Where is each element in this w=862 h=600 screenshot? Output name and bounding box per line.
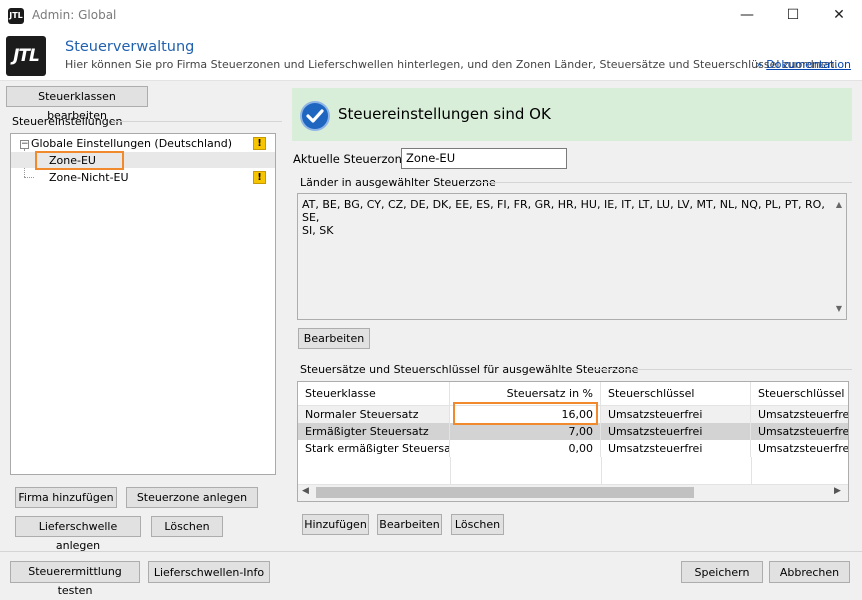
delete-rate-button[interactable]: Löschen xyxy=(451,514,504,535)
highlight-box xyxy=(453,402,598,425)
table-row[interactable]: Stark ermäßigter Steuersatz 0,00 Umsatzs… xyxy=(298,440,848,457)
rates-group-label: Steuersätze und Steuerschlüssel für ausg… xyxy=(300,363,639,376)
status-text: Steuereinstellungen sind OK xyxy=(338,105,551,123)
group-divider xyxy=(594,369,852,370)
table-row[interactable]: Ermäßigter Steuersatz 7,00 Umsatzsteuerf… xyxy=(298,423,848,440)
highlight-box xyxy=(35,151,124,170)
save-button[interactable]: Speichern xyxy=(681,561,763,583)
tax-settings-group-label: Steuereinstellungen xyxy=(12,115,123,128)
tax-settings-tree: − Globale Einstellungen (Deutschland) ! … xyxy=(10,133,276,475)
countries-group-label: Länder in ausgewählter Steuerzone xyxy=(300,176,496,189)
cell-tax-class: Stark ermäßigter Steuersatz xyxy=(298,440,450,457)
tree-item-label: Globale Einstellungen (Deutschland) xyxy=(31,137,233,150)
column-divider xyxy=(751,457,752,484)
edit-rate-button[interactable]: Bearbeiten xyxy=(377,514,442,535)
maximize-button[interactable]: ☐ xyxy=(770,0,816,31)
countries-line: AT, BE, BG, CY, CZ, DE, DK, EE, ES, FI, … xyxy=(302,198,825,224)
cell-tax-class: Ermäßigter Steuersatz xyxy=(298,423,450,440)
page-title: Steuerverwaltung xyxy=(65,39,195,55)
documentation-link-wrap: » Dokumentation xyxy=(756,58,851,71)
scroll-right-icon[interactable]: ▶ xyxy=(834,486,841,496)
column-header-tax-key-2[interactable]: Steuerschlüssel steu xyxy=(751,382,848,406)
scroll-up-icon[interactable]: ▲ xyxy=(836,198,842,211)
scrollbar-thumb[interactable] xyxy=(316,487,694,498)
current-zone-input[interactable]: Zone-EU xyxy=(401,148,567,169)
add-delivery-threshold-button[interactable]: Lieferschwelle anlegen xyxy=(15,516,141,552)
column-header-tax-key[interactable]: Steuerschlüssel xyxy=(601,382,751,406)
documentation-link[interactable]: Dokumentation xyxy=(766,58,851,71)
column-header-tax-class[interactable]: Steuerklasse xyxy=(298,382,450,406)
cell-tax-key-2: Umsatzsteuerfrei xyxy=(751,440,848,457)
column-divider xyxy=(450,457,451,484)
page-subtitle: Hier können Sie pro Firma Steuerzonen un… xyxy=(65,58,838,71)
delivery-threshold-info-button[interactable]: Lieferschwellen-Info xyxy=(148,561,270,583)
tree-collapse-icon[interactable]: − xyxy=(20,140,29,149)
check-ok-icon xyxy=(300,101,330,131)
tree-item-label: Zone-Nicht-EU xyxy=(49,171,129,184)
cell-tax-key-2: Umsatzsteuerfrei xyxy=(751,406,848,423)
group-divider xyxy=(474,182,852,183)
tax-rates-table: Steuerklasse Steuersatz in % Steuerschlü… xyxy=(297,381,849,502)
add-company-button[interactable]: Firma hinzufügen xyxy=(15,487,117,508)
warning-icon: ! xyxy=(253,137,266,150)
close-button[interactable]: ✕ xyxy=(816,0,862,31)
app-icon: JTL xyxy=(8,8,24,24)
tree-item-zone-non-eu[interactable]: Zone-Nicht-EU xyxy=(49,171,129,184)
countries-list[interactable]: AT, BE, BG, CY, CZ, DE, DK, EE, ES, FI, … xyxy=(297,193,847,320)
tree-item-global-settings[interactable]: Globale Einstellungen (Deutschland) xyxy=(31,137,232,150)
column-divider xyxy=(601,457,602,484)
doc-link-prefix: » xyxy=(756,58,763,71)
warning-icon: ! xyxy=(253,171,266,184)
edit-countries-button[interactable]: Bearbeiten xyxy=(298,328,370,349)
countries-line: SI, SK xyxy=(302,224,334,237)
cell-tax-key-2: Umsatzsteuerfrei xyxy=(751,423,848,440)
cell-tax-key: Umsatzsteuerfrei xyxy=(601,406,751,423)
cell-tax-rate: 7,00 xyxy=(450,423,601,440)
tree-line xyxy=(24,177,34,178)
test-tax-determination-button[interactable]: Steuerermittlung testen xyxy=(10,561,140,597)
minimize-button[interactable]: — xyxy=(724,0,770,31)
cell-tax-rate: 0,00 xyxy=(450,440,601,457)
cell-tax-class: Normaler Steuersatz xyxy=(298,406,450,423)
scroll-left-icon[interactable]: ◀ xyxy=(302,486,309,496)
window-title: Admin: Global xyxy=(32,8,117,22)
add-rate-button[interactable]: Hinzufügen xyxy=(302,514,369,535)
current-zone-label: Aktuelle Steuerzone: xyxy=(293,152,413,166)
cell-tax-key: Umsatzsteuerfrei xyxy=(601,423,751,440)
scroll-down-icon[interactable]: ▼ xyxy=(836,302,842,315)
edit-tax-classes-button[interactable]: Steuerklassen bearbeiten xyxy=(6,86,148,122)
cell-tax-key: Umsatzsteuerfrei xyxy=(601,440,751,457)
add-tax-zone-button[interactable]: Steuerzone anlegen xyxy=(126,487,258,508)
jtl-logo: JTL xyxy=(6,36,46,76)
group-divider xyxy=(112,121,282,122)
cancel-button[interactable]: Abbrechen xyxy=(769,561,850,583)
delete-left-button[interactable]: Löschen xyxy=(151,516,223,537)
